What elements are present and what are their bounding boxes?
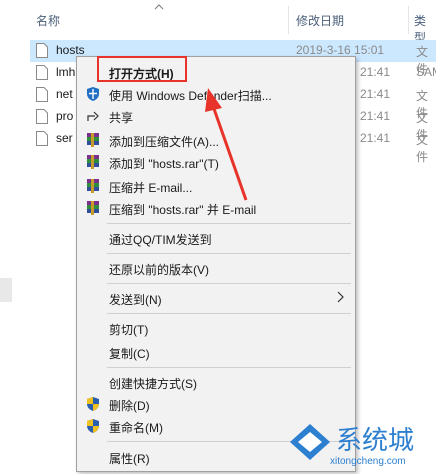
watermark-url: xitongcheng.com bbox=[330, 456, 406, 467]
annotation-arrow-icon bbox=[205, 88, 248, 201]
watermark: 系统城 xitongcheng.com bbox=[288, 420, 436, 474]
watermark-title: 系统城 bbox=[336, 426, 415, 456]
watermark-logo-icon bbox=[290, 424, 330, 460]
